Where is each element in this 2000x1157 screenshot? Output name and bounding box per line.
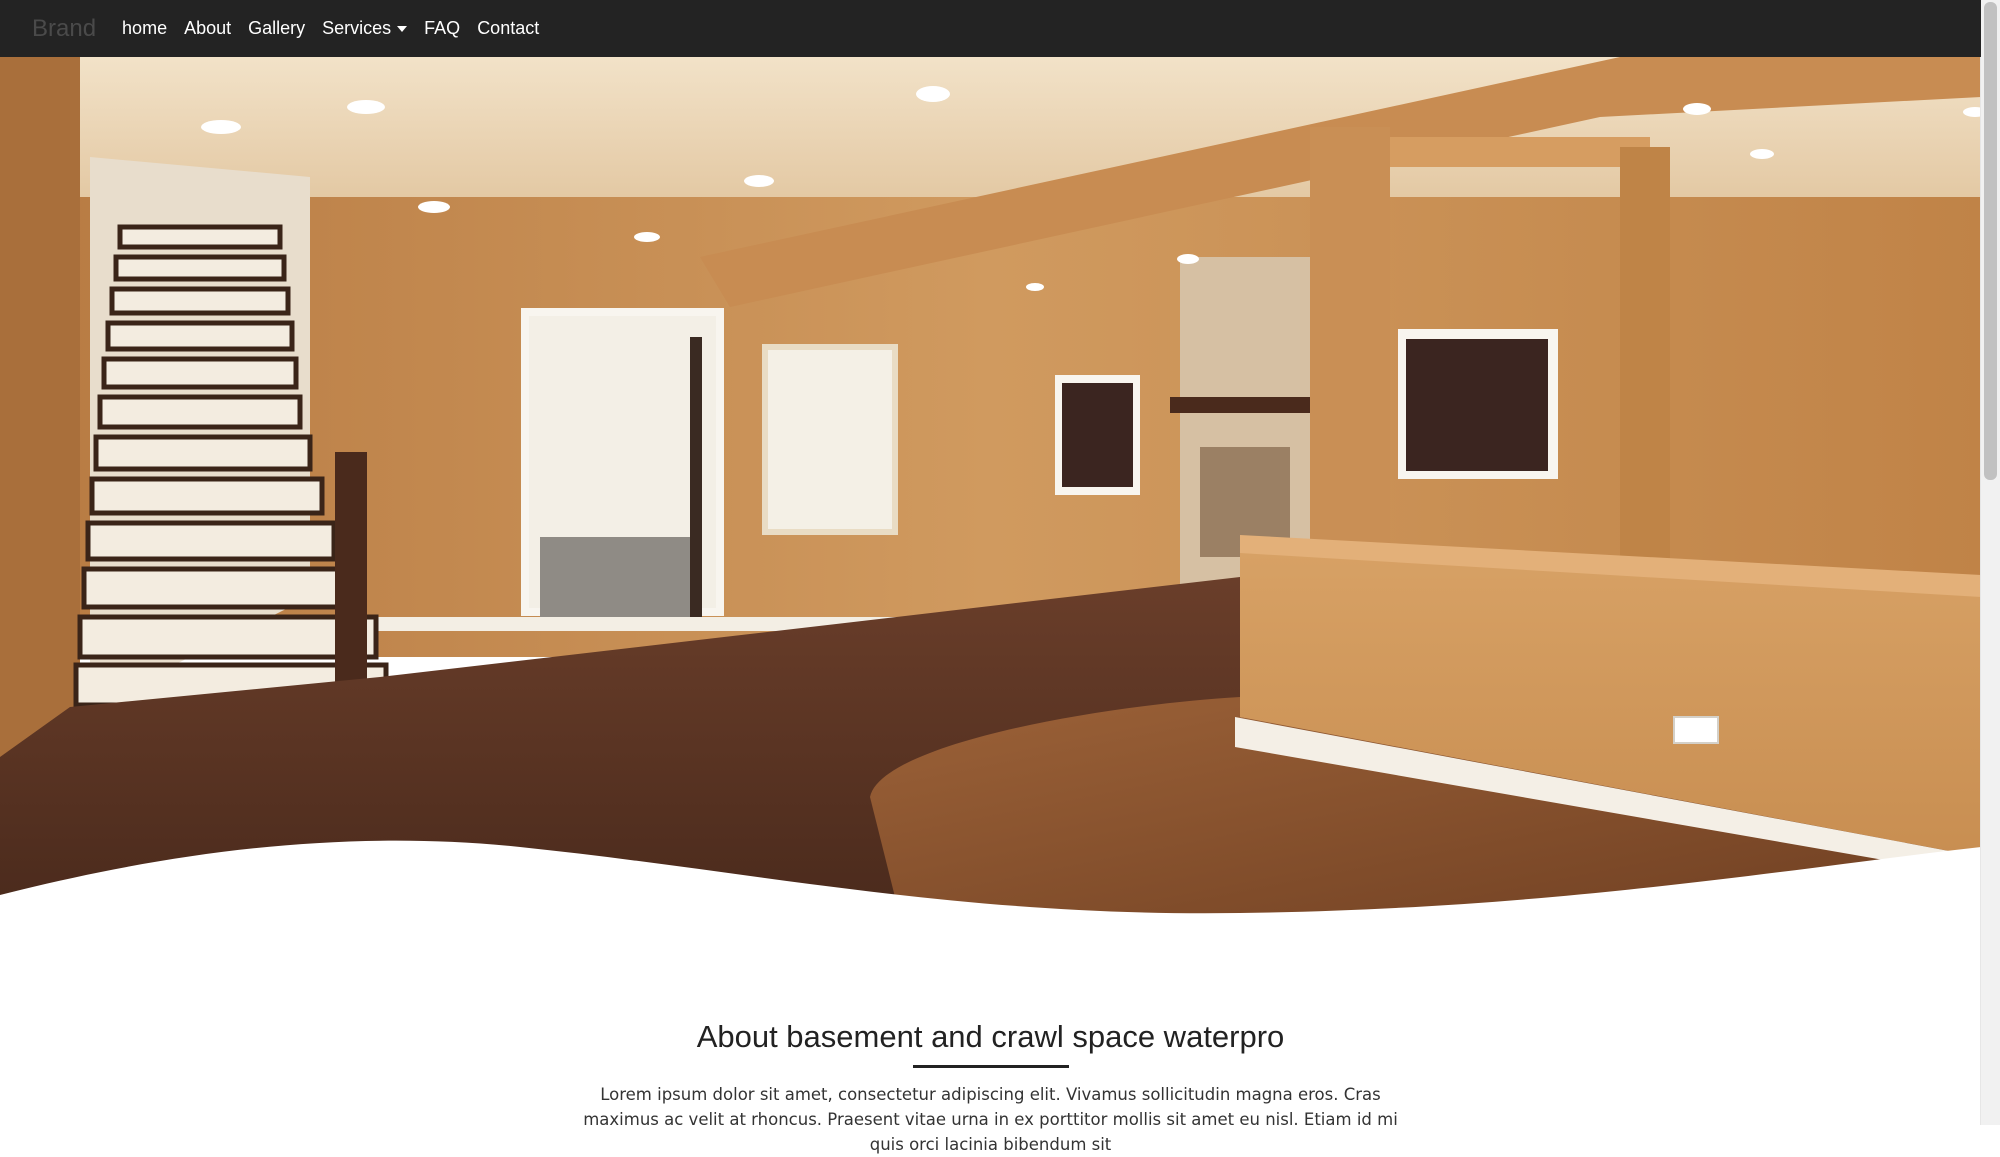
nav-faq[interactable]: FAQ	[424, 18, 460, 39]
nav-contact[interactable]: Contact	[477, 18, 539, 39]
about-text: Lorem ipsum dolor sit amet, consectetur …	[583, 1085, 1398, 1154]
nav-contact-label: Contact	[477, 18, 540, 38]
nav-home[interactable]: home	[122, 18, 167, 39]
scrollbar-thumb[interactable]	[1984, 2, 1997, 480]
hero-banner	[0, 57, 1981, 917]
caret-down-icon	[397, 25, 408, 32]
title-underline	[912, 1065, 1069, 1068]
nav-home-label: home	[122, 18, 168, 38]
nav-faq-label: FAQ	[424, 18, 461, 38]
about-section: About basement and crawl space waterpro …	[0, 1015, 1981, 1157]
nav-services-label: Services	[322, 18, 392, 38]
top-navbar: Brand home About Gallery Services FAQ Co…	[0, 0, 1981, 57]
nav-services-dropdown[interactable]: Services	[322, 18, 408, 39]
about-title: About basement and crawl space waterpro	[696, 1019, 1285, 1054]
nav-gallery-label: Gallery	[248, 18, 306, 38]
page-scrollbar[interactable]	[1980, 0, 2000, 1125]
nav-gallery[interactable]: Gallery	[248, 18, 305, 39]
brand-logo[interactable]: Brand	[32, 15, 96, 43]
hero-basement-image	[0, 57, 1981, 917]
nav-about-label: About	[184, 18, 232, 38]
nav-about[interactable]: About	[184, 18, 231, 39]
